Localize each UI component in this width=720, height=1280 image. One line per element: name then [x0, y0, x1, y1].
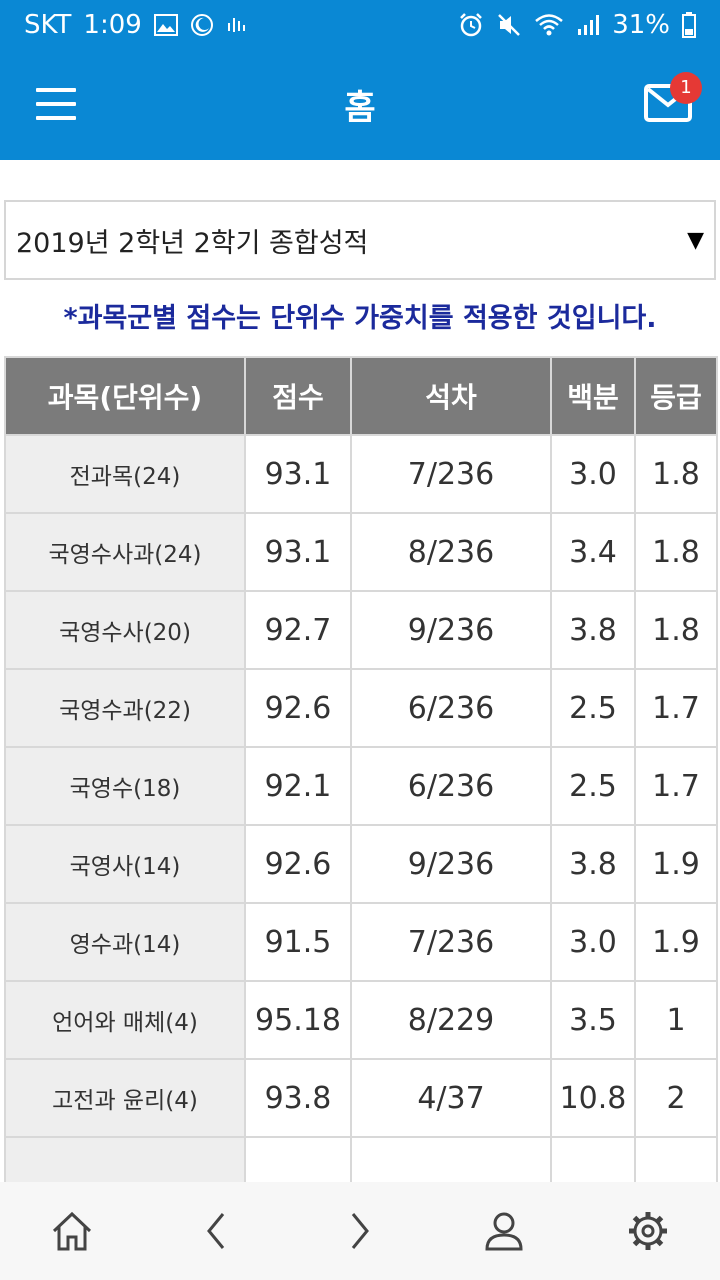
grade-cell: 1.8 — [634, 590, 718, 670]
forward-chevron-icon[interactable] — [320, 1191, 400, 1271]
percentile-cell: 10.8 — [550, 1058, 636, 1138]
score-cell: 93.1 — [244, 512, 352, 592]
grade-cell: 1.7 — [634, 668, 718, 748]
subject-cell: 국영수사과(24) — [4, 512, 246, 592]
percentile-cell: 3.0 — [550, 902, 636, 982]
cell-signal-icon — [576, 14, 600, 36]
table-row: 전과목(24) 93.1 7/236 3.0 1.8 — [4, 434, 718, 514]
score-cell: 92.6 — [244, 824, 352, 904]
score-cell: 93.1 — [244, 434, 352, 514]
term-select-dropdown[interactable]: 2019년 2학년 2학기 종합성적 ▼ — [4, 200, 716, 280]
rank-cell: 6/236 — [350, 668, 552, 748]
clock: 1:09 — [83, 10, 142, 40]
carrier-label: SKT — [24, 10, 72, 40]
rank-cell: 4/37 — [350, 1058, 552, 1138]
rank-cell: 9/236 — [350, 590, 552, 670]
score-cell: 92.1 — [244, 746, 352, 826]
subject-cell: 국영수사(20) — [4, 590, 246, 670]
grade-cell: 2 — [634, 1058, 718, 1138]
column-header-subject: 과목(단위수) — [4, 356, 246, 436]
grade-cell: 1 — [634, 980, 718, 1060]
score-cell: 92.6 — [244, 668, 352, 748]
back-chevron-icon[interactable] — [176, 1191, 256, 1271]
percentile-cell: 3.5 — [550, 980, 636, 1060]
subject-cell: 언어와 매체(4) — [4, 980, 246, 1060]
status-bar-right: 31% — [458, 10, 696, 40]
profile-icon[interactable] — [464, 1191, 544, 1271]
subject-cell: 국영사(14) — [4, 824, 246, 904]
table-row: 국영수사과(24) 93.1 8/236 3.4 1.8 — [4, 512, 718, 592]
table-row: 영수과(14) 91.5 7/236 3.0 1.9 — [4, 902, 718, 982]
grade-cell: 1.8 — [634, 512, 718, 592]
table-header-row: 과목(단위수) 점수 석차 백분 등급 — [4, 356, 718, 436]
rank-cell: 9/236 — [350, 824, 552, 904]
subject-cell: 영수과(14) — [4, 902, 246, 982]
grade-cell: 1.9 — [634, 824, 718, 904]
column-header-percentile: 백분 — [550, 356, 636, 436]
subject-cell: 국영수과(22) — [4, 668, 246, 748]
percentile-cell: 2.5 — [550, 668, 636, 748]
subject-cell: 국영수(18) — [4, 746, 246, 826]
rank-cell: 7/236 — [350, 434, 552, 514]
mail-count-badge: 1 — [670, 72, 702, 104]
table-row: 국영수(18) 92.1 6/236 2.5 1.7 — [4, 746, 718, 826]
scores-table: 과목(단위수) 점수 석차 백분 등급 전과목(24) 93.1 7/236 3… — [4, 356, 718, 1216]
percentile-cell: 3.8 — [550, 590, 636, 670]
dropdown-arrow-icon: ▼ — [687, 227, 704, 253]
subject-cell: 고전과 윤리(4) — [4, 1058, 246, 1138]
score-cell: 95.18 — [244, 980, 352, 1060]
percentile-cell: 3.4 — [550, 512, 636, 592]
score-cell: 91.5 — [244, 902, 352, 982]
term-select-value: 2019년 2학년 2학기 종합성적 — [16, 227, 369, 259]
image-icon — [153, 14, 178, 36]
status-bar-left: SKT 1:09 — [24, 10, 248, 40]
table-row: 국영수사(20) 92.7 9/236 3.8 1.8 — [4, 590, 718, 670]
settings-gear-icon[interactable] — [608, 1191, 688, 1271]
wifi-icon — [534, 13, 564, 37]
alarm-icon — [458, 12, 484, 38]
page-title: 홈 — [344, 88, 376, 128]
status-bar: SKT 1:09 31% — [0, 0, 720, 50]
moon-icon — [190, 13, 214, 37]
table-row: 국영수과(22) 92.6 6/236 2.5 1.7 — [4, 668, 718, 748]
grade-cell: 1.9 — [634, 902, 718, 982]
column-header-grade: 등급 — [634, 356, 718, 436]
table-row: 언어와 매체(4) 95.18 8/229 3.5 1 — [4, 980, 718, 1060]
rank-cell: 6/236 — [350, 746, 552, 826]
battery-icon — [682, 12, 696, 38]
table-row: 국영사(14) 92.6 9/236 3.8 1.9 — [4, 824, 718, 904]
table-row: 고전과 윤리(4) 93.8 4/37 10.8 2 — [4, 1058, 718, 1138]
rank-cell: 8/229 — [350, 980, 552, 1060]
app-header: 홈 1 — [0, 50, 720, 160]
subject-cell: 전과목(24) — [4, 434, 246, 514]
score-cell: 92.7 — [244, 590, 352, 670]
home-icon[interactable] — [32, 1191, 112, 1271]
score-cell: 93.8 — [244, 1058, 352, 1138]
grade-cell: 1.8 — [634, 434, 718, 514]
percentile-cell: 2.5 — [550, 746, 636, 826]
percentile-cell: 3.8 — [550, 824, 636, 904]
mute-icon — [496, 12, 522, 38]
rank-cell: 7/236 — [350, 902, 552, 982]
battery-percent: 31% — [612, 10, 670, 40]
column-header-rank: 석차 — [350, 356, 552, 436]
bottom-navigation — [0, 1182, 720, 1280]
rank-cell: 8/236 — [350, 512, 552, 592]
grade-cell: 1.7 — [634, 746, 718, 826]
weighting-notice: *과목군별 점수는 단위수 가중치를 적용한 것입니다. — [63, 303, 657, 334]
column-header-score: 점수 — [244, 356, 352, 436]
signal-activity-icon — [226, 15, 248, 35]
percentile-cell: 3.0 — [550, 434, 636, 514]
